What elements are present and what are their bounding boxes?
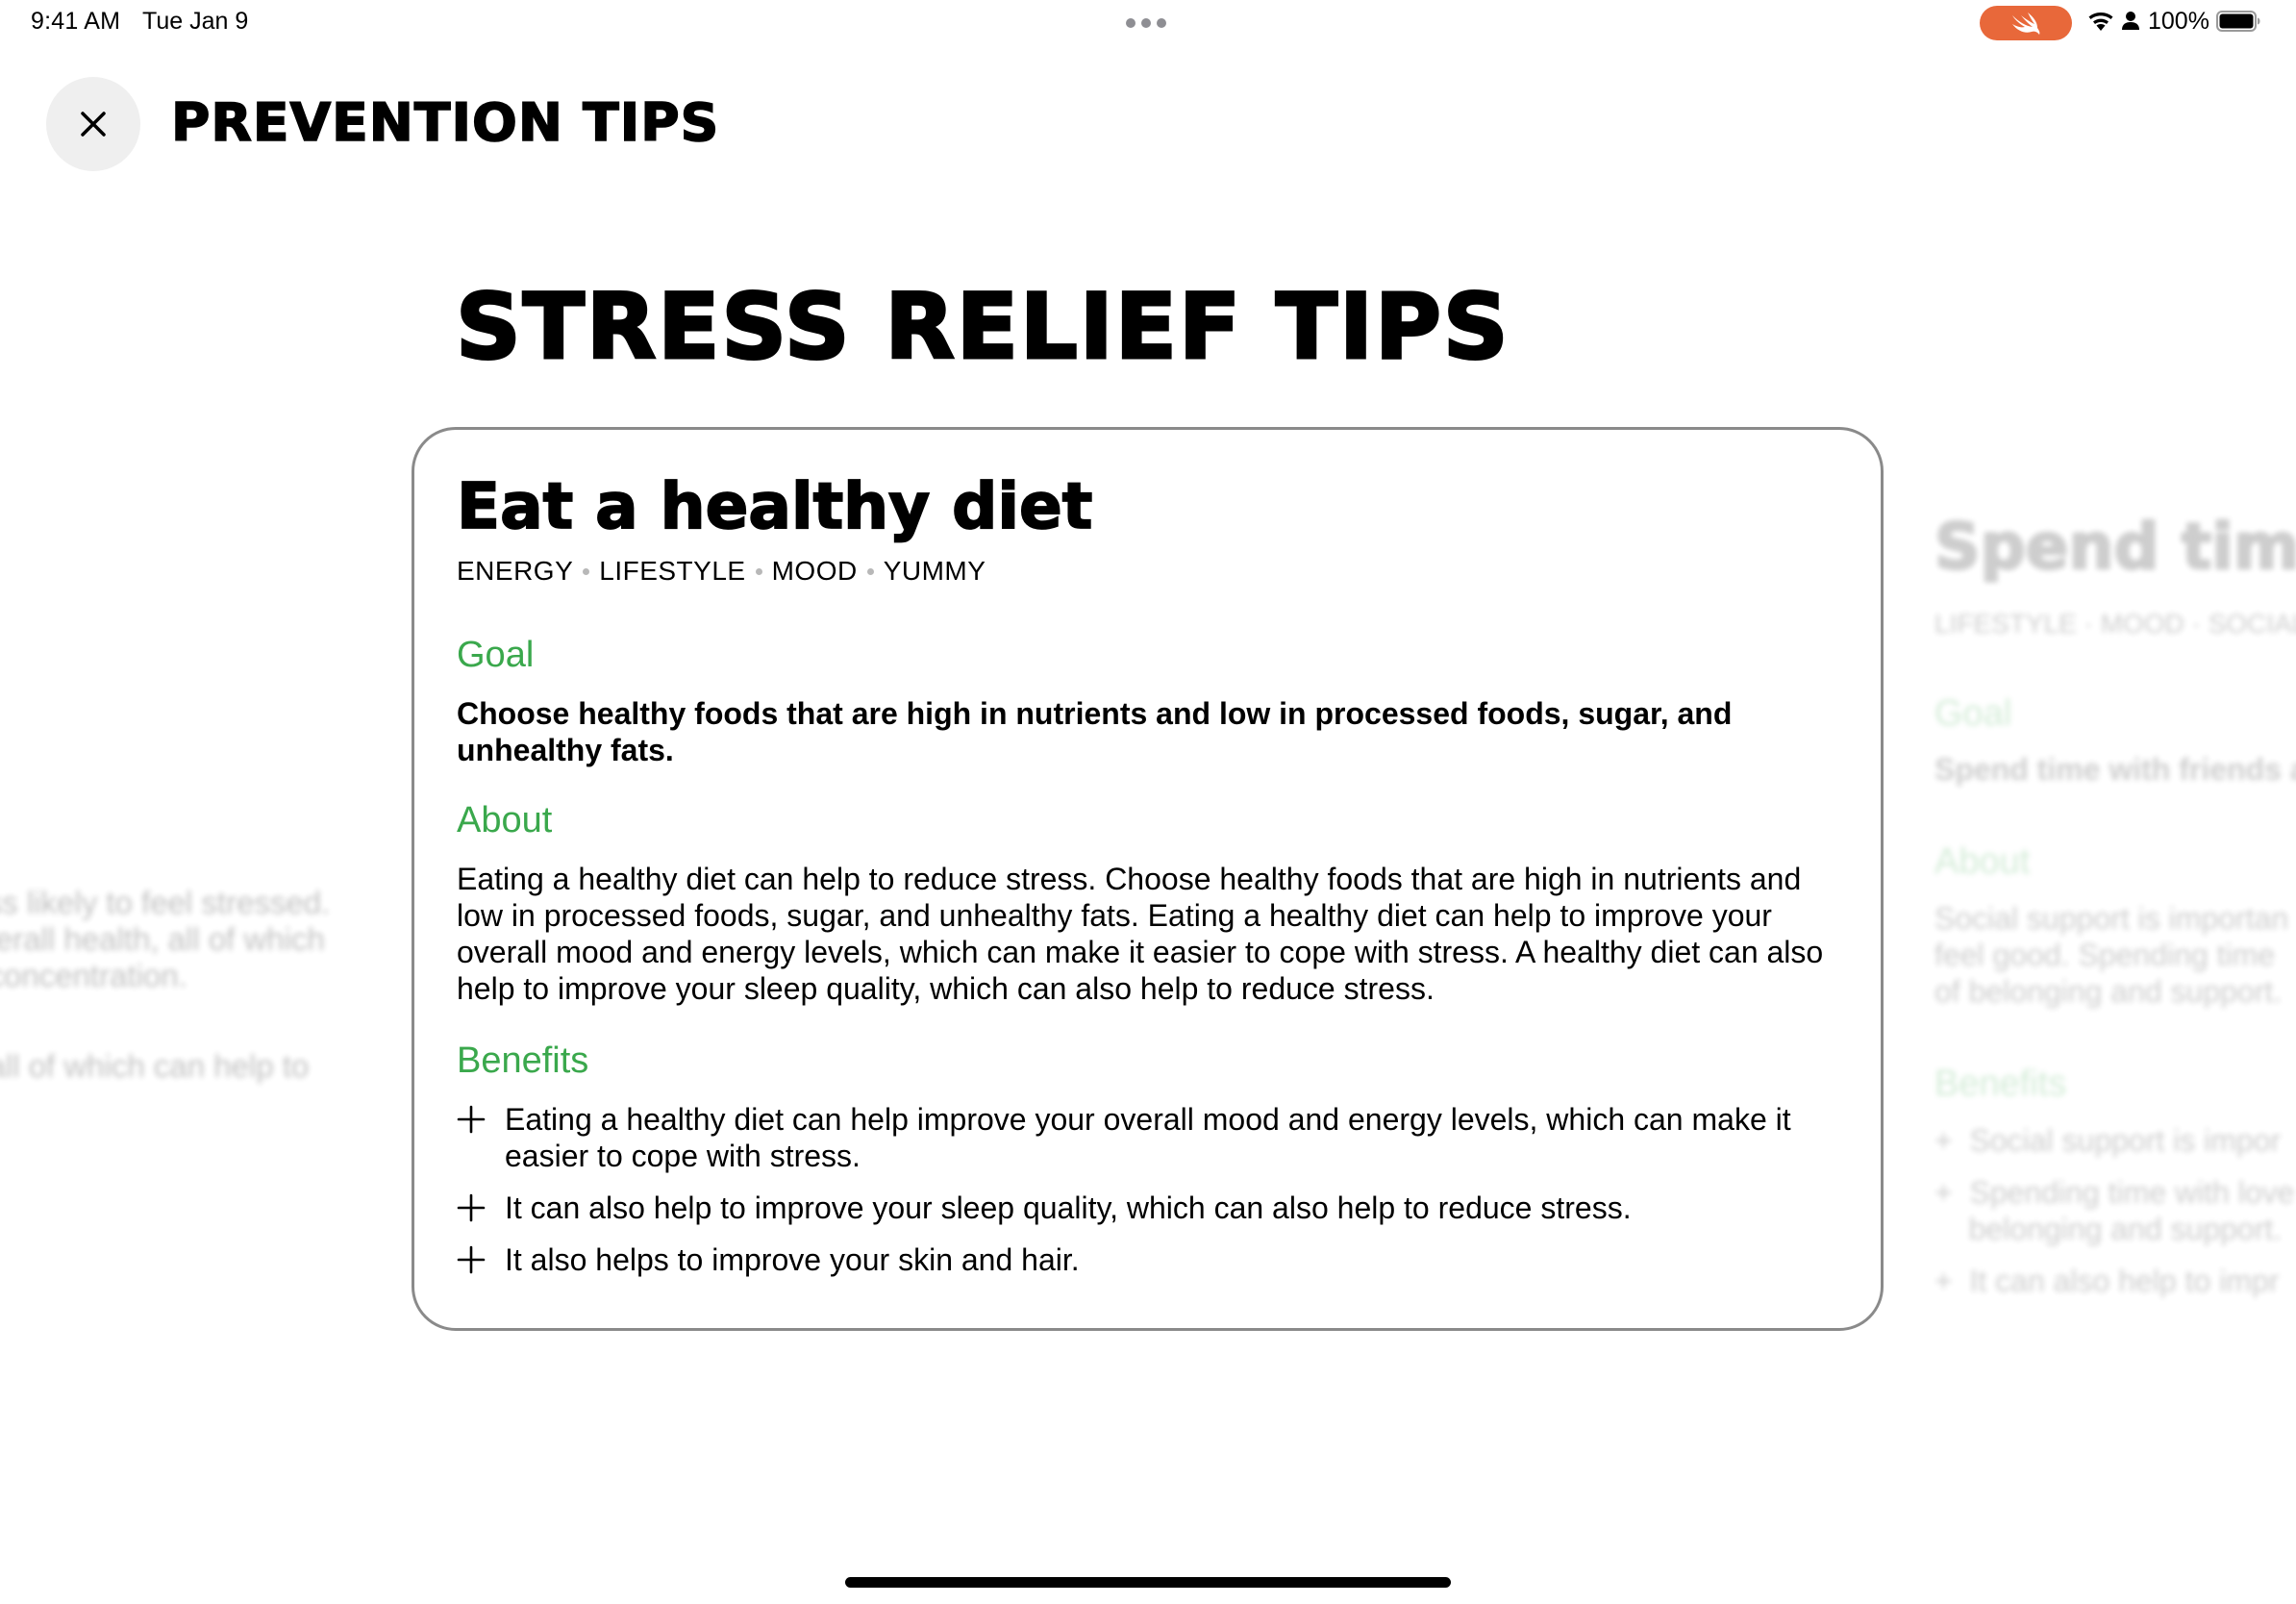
previous-card-peek[interactable]: less likely to feel stressed. overall he… (0, 885, 365, 1085)
tag: ENERGY (457, 556, 574, 586)
next-card-peek[interactable]: Spend tim LIFESTYLE · MOOD · SOCIAL Goal… (1934, 509, 2296, 1315)
person-icon (2122, 12, 2139, 30)
plus-icon (457, 1245, 486, 1274)
tag: YUMMY (883, 556, 986, 586)
benefits-heading: Benefits (457, 1040, 589, 1081)
peek-benefit: + Social support is impor (1934, 1123, 2282, 1158)
about-heading: About (457, 800, 553, 840)
close-button[interactable] (46, 77, 140, 171)
peek-goal-text: Spend time with friends a (1934, 752, 2296, 787)
benefit-text: Eating a healthy diet can help improve y… (505, 1102, 1791, 1173)
peek-about-line: Social support is importan (1934, 901, 2289, 936)
peek-benefit: + Spending time with love belonging and … (1934, 1175, 2295, 1246)
page-title: STRESS RELIEF TIPS (455, 274, 1510, 382)
wifi-icon (2088, 13, 2113, 31)
battery-percentage: 100% (2148, 8, 2209, 35)
about-text: Eating a healthy diet can help to reduce… (457, 862, 1824, 1006)
peek-line: d all of which can help to (0, 1048, 310, 1084)
peek-tags: LIFESTYLE · MOOD · SOCIAL (1934, 609, 2296, 639)
benefit-item: It can also help to improve your sleep q… (457, 1190, 1838, 1226)
benefit-text: It can also help to improve your sleep q… (505, 1190, 1632, 1225)
tag: LIFESTYLE (599, 556, 746, 586)
peek-about-line: of belonging and support. (1934, 974, 2283, 1009)
tag-separator-dot (866, 567, 874, 575)
benefit-text: It also helps to improve your skin and h… (505, 1242, 1080, 1277)
peek-benefits-heading: Benefits (1934, 1064, 2067, 1104)
benefit-item: It also helps to improve your skin and h… (457, 1241, 1838, 1278)
home-indicator[interactable] (845, 1577, 1451, 1588)
benefits-list: Eating a healthy diet can help improve y… (457, 1101, 1838, 1278)
swift-icon (1980, 6, 2072, 40)
peek-line: overall health, all of which (0, 921, 325, 957)
tag-separator-dot (755, 567, 762, 575)
peek-about-line: feel good. Spending time (1934, 938, 2276, 972)
close-icon (81, 112, 106, 137)
peek-about-heading: About (1934, 841, 2031, 882)
peek-line: less likely to feel stressed. (0, 885, 331, 920)
status-time: 9:41 AM (31, 8, 121, 35)
card-title: Eat a healthy diet (456, 468, 1093, 544)
plus-icon (457, 1105, 486, 1134)
tag: MOOD (771, 556, 858, 586)
benefit-item: Eating a healthy diet can help improve y… (457, 1101, 1838, 1174)
peek-benefit: + It can also help to impr (1934, 1264, 2280, 1298)
peek-goal-heading: Goal (1934, 693, 2012, 734)
header-title: PREVENTION TIPS (170, 91, 720, 154)
tag-list: ENERGY LIFESTYLE MOOD YUMMY (457, 555, 1838, 588)
peek-line: d concentration. (0, 958, 187, 993)
goal-text: Choose healthy foods that are high in nu… (457, 696, 1733, 767)
screen: 9:41 AM Tue Jan 9 100% PREVENTION TIPS S… (0, 0, 2296, 1604)
peek-title: Spend tim (1934, 509, 2296, 585)
plus-icon (457, 1193, 486, 1222)
status-date: Tue Jan 9 (142, 8, 249, 35)
goal-heading: Goal (457, 635, 535, 675)
multitasking-dots-icon[interactable] (1126, 18, 1166, 28)
tag-separator-dot (583, 567, 590, 575)
battery-icon (2216, 11, 2260, 32)
tip-card[interactable]: Eat a healthy diet ENERGY LIFESTYLE MOOD… (412, 427, 1884, 1331)
